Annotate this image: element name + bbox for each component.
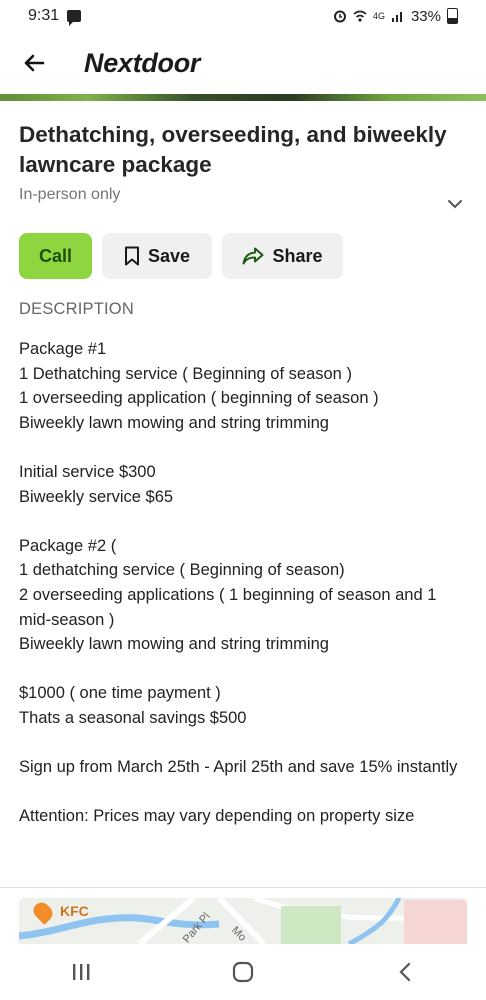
description-line: Sign up from March 25th - April 25th and…	[19, 758, 458, 777]
description-paragraph: Package #2 ( 1 dethatching service ( Beg…	[19, 534, 464, 657]
system-navigation-bar	[0, 944, 486, 1000]
call-button[interactable]: Call	[19, 233, 92, 279]
description-heading: DESCRIPTION	[19, 300, 134, 318]
home-icon	[232, 961, 254, 983]
description-paragraph: $1000 ( one time payment ) Thats a seaso…	[19, 681, 464, 730]
description-line: Biweekly lawn mowing and string trimming	[19, 413, 329, 432]
share-arrow-icon	[242, 247, 264, 265]
description-paragraph: Initial service $300 Biweekly service $6…	[19, 460, 464, 509]
listing-title: Dethatching, overseeding, and biweekly l…	[19, 122, 447, 177]
subtitle-row: In-person only	[19, 186, 464, 226]
app-header: Nextdoor	[0, 32, 486, 94]
save-button-label: Save	[147, 245, 191, 266]
battery-percent: 33%	[410, 7, 441, 25]
description-line: Initial service $300	[19, 462, 156, 481]
message-notification-icon	[67, 10, 82, 26]
bookmark-icon	[124, 246, 139, 266]
battery-icon	[447, 8, 458, 24]
network-type-label: 4G	[372, 11, 385, 21]
app-title: Nextdoor	[84, 47, 201, 78]
description-line: Package #1	[19, 340, 107, 358]
description-line: 1 overseeding application ( beginning of…	[19, 389, 379, 408]
recents-icon	[73, 964, 90, 980]
status-time: 9:31	[28, 7, 60, 24]
signal-icon	[391, 12, 402, 22]
status-left: 9:31	[28, 7, 82, 26]
chevron-down-icon[interactable]	[446, 198, 464, 210]
map-poi-label: KFC	[60, 903, 89, 919]
home-button[interactable]	[213, 952, 273, 992]
description-line: 1 dethatching service ( Beginning of sea…	[19, 561, 345, 580]
action-buttons: Call Save Share	[19, 233, 464, 279]
description-line: Biweekly service $65	[19, 487, 174, 506]
listing-content: Dethatching, overseeding, and biweekly l…	[19, 120, 464, 853]
save-button[interactable]: Save	[102, 233, 212, 279]
share-button-label: Share	[272, 245, 323, 266]
listing-subtitle: In-person only	[19, 186, 121, 203]
status-right: 4G 33%	[333, 8, 458, 25]
section-divider	[0, 887, 486, 888]
wifi-icon	[353, 10, 367, 22]
description-paragraph: Sign up from March 25th - April 25th and…	[19, 755, 464, 780]
alarm-icon	[333, 10, 346, 23]
description-paragraph: Package #1 1 Dethatching service ( Begin…	[19, 337, 464, 435]
description-paragraph: Attention: Prices may vary depending on …	[19, 804, 464, 829]
share-button[interactable]: Share	[222, 233, 343, 279]
description-line: $1000 ( one time payment )	[19, 684, 221, 703]
description-line: Package #2 (	[19, 536, 117, 555]
call-button-label: Call	[38, 245, 72, 266]
description-line: Thats a seasonal savings $500	[19, 708, 247, 727]
nav-back-button[interactable]	[375, 952, 435, 992]
description-line: 1 Dethatching service ( Beginning of sea…	[19, 364, 352, 383]
nav-back-icon	[399, 962, 411, 982]
description-line: 2 overseeding applications ( 1 beginning…	[19, 585, 437, 629]
recents-button[interactable]	[51, 952, 111, 992]
description-body: Package #1 1 Dethatching service ( Begin…	[19, 337, 464, 829]
listing-image-strip[interactable]	[0, 94, 486, 101]
map-preview[interactable]: KFC Park Pl Mo	[19, 898, 467, 944]
description-line: Attention: Prices may vary depending on …	[19, 807, 415, 826]
status-bar: 9:31 4G 33%	[0, 0, 486, 32]
back-arrow-icon[interactable]	[20, 49, 48, 77]
description-line: Biweekly lawn mowing and string trimming	[19, 635, 329, 654]
